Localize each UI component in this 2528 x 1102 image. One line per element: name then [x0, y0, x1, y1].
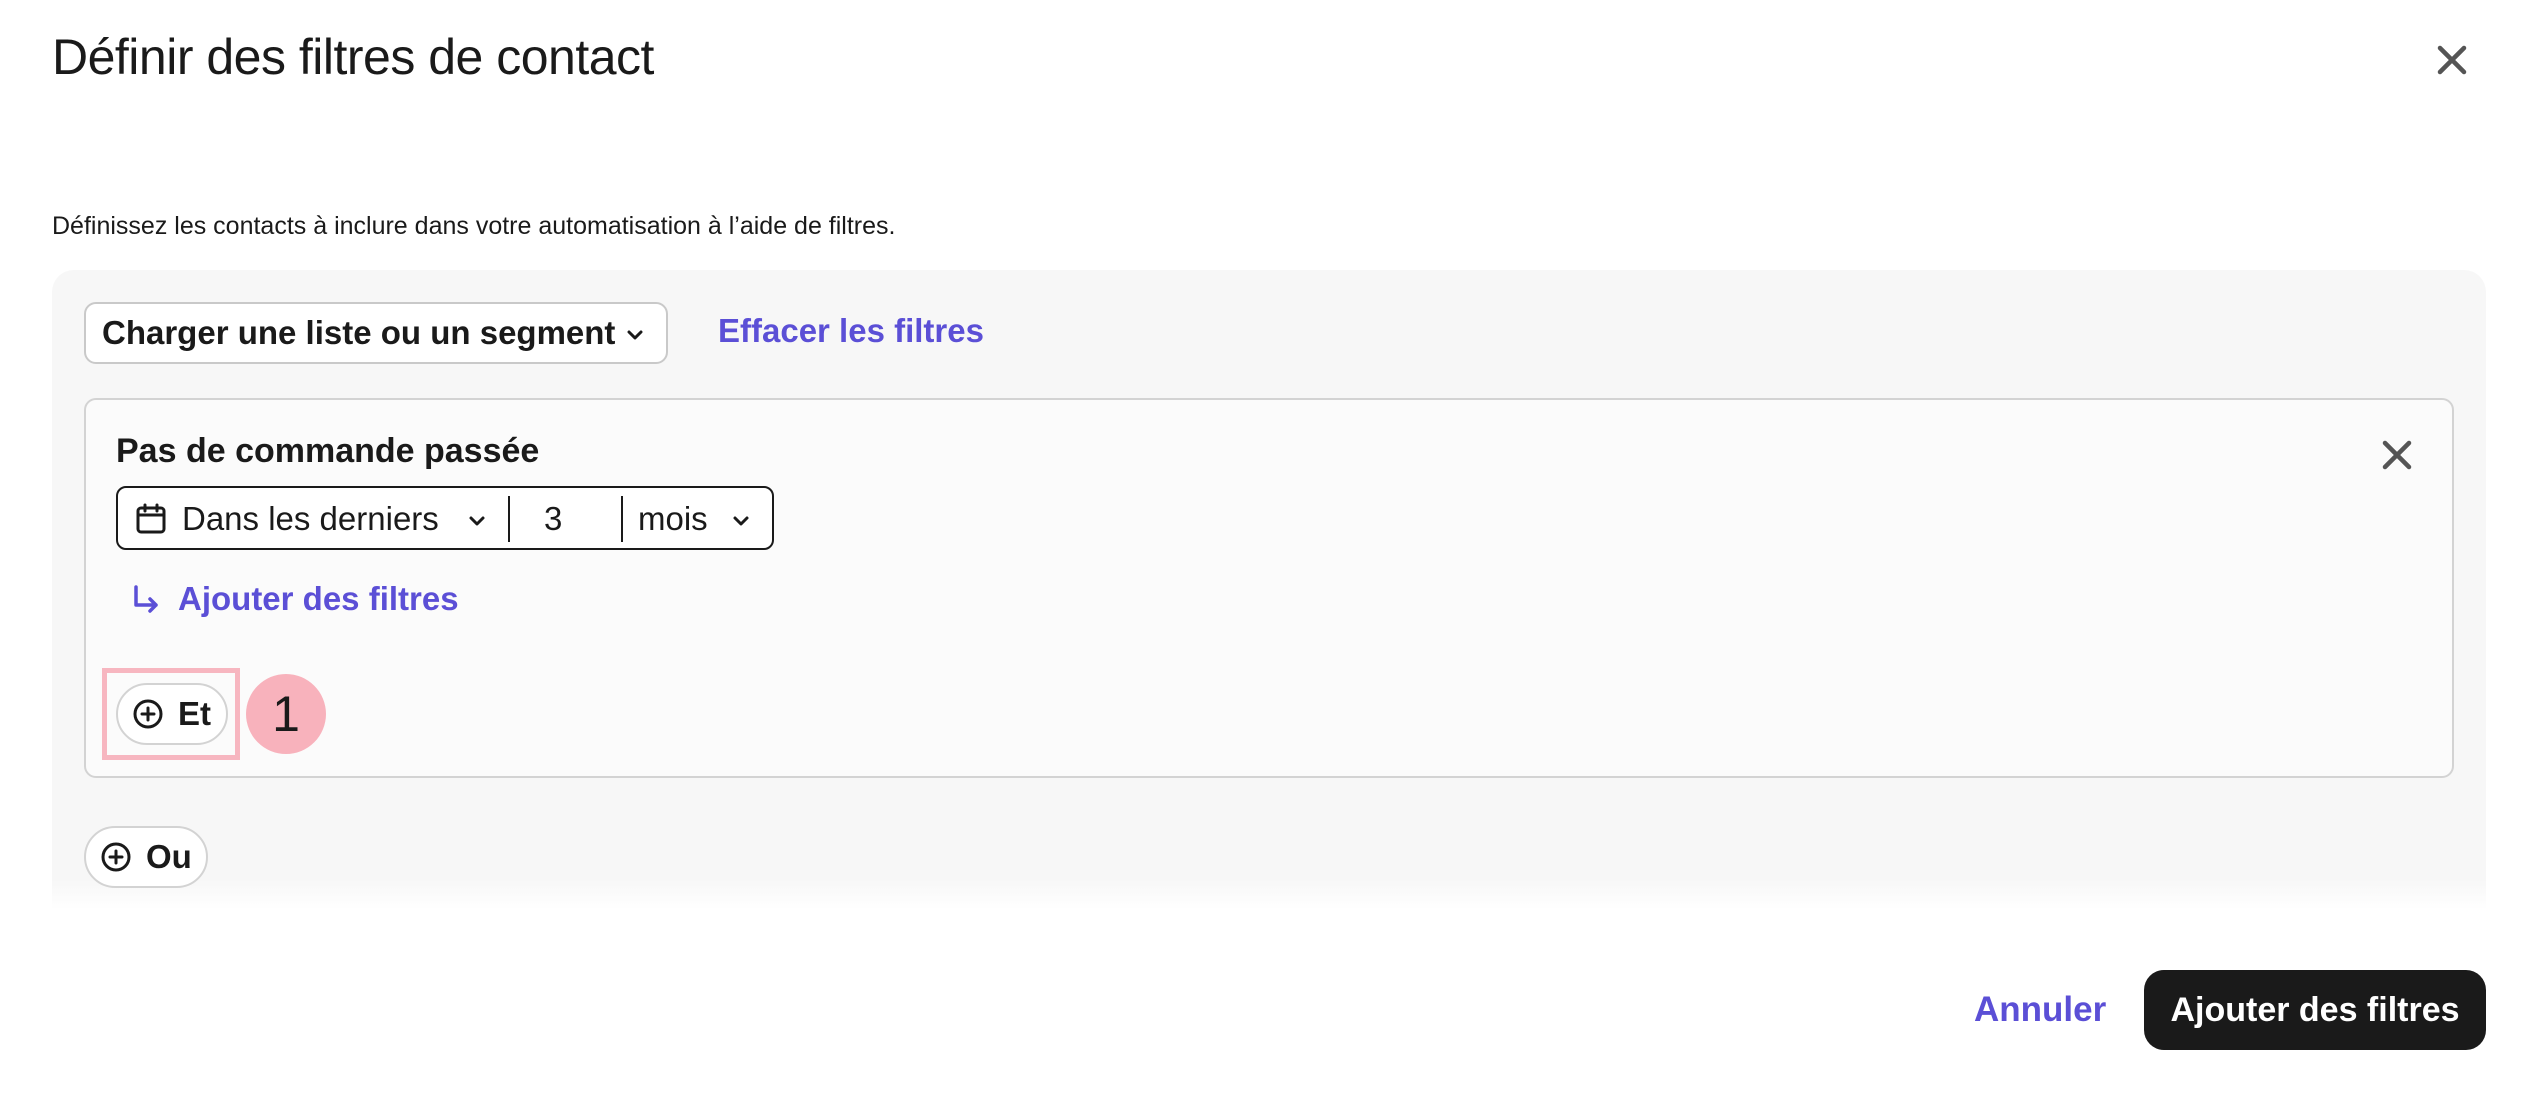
load-list-segment-dropdown[interactable]: Charger une liste ou un segment [84, 302, 668, 364]
unit-select[interactable]: mois [638, 500, 708, 538]
remove-filter-button[interactable] [2376, 434, 2418, 476]
and-button[interactable]: Et [116, 683, 228, 745]
time-condition-control: Dans les derniers 3 mois [116, 486, 774, 550]
range-select[interactable]: Dans les derniers [182, 500, 439, 538]
chevron-down-icon[interactable] [728, 508, 754, 534]
filter-title: Pas de commande passée [116, 432, 540, 470]
divider [508, 496, 510, 542]
calendar-icon [136, 503, 166, 534]
plus-circle-icon [101, 842, 131, 872]
and-label: Et [178, 695, 211, 732]
sub-arrow-icon [134, 585, 158, 613]
cancel-button[interactable]: Annuler [1974, 990, 2106, 1030]
close-icon [2382, 440, 2412, 470]
panel-fade [52, 880, 2486, 910]
close-icon [2437, 45, 2467, 75]
amount-input[interactable]: 3 [544, 500, 562, 538]
modal-description: Définissez les contacts à inclure dans v… [52, 212, 896, 240]
or-label: Ou [146, 838, 192, 875]
or-button[interactable]: Ou [84, 826, 208, 888]
clear-filters-link[interactable]: Effacer les filtres [718, 312, 984, 350]
step-marker-badge: 1 [246, 674, 326, 754]
modal-title: Définir des filtres de contact [52, 29, 654, 85]
plus-circle-icon [133, 699, 163, 729]
chevron-down-icon[interactable] [464, 508, 490, 534]
chevron-down-icon [627, 330, 643, 340]
close-modal-button[interactable] [2428, 36, 2476, 84]
add-subfilter-link[interactable]: Ajouter des filtres [128, 580, 459, 618]
add-subfilter-label: Ajouter des filtres [178, 580, 459, 617]
load-list-segment-label: Charger une liste ou un segment [102, 314, 616, 351]
add-filters-submit-button[interactable]: Ajouter des filtres [2144, 970, 2486, 1050]
divider [621, 496, 623, 542]
